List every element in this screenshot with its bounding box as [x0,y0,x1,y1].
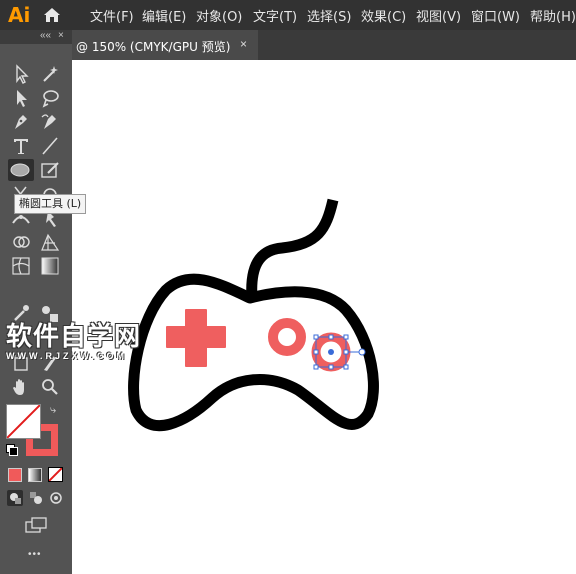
dpad-cross[interactable] [166,309,226,367]
watermark-url-text: WWW.RJZXW.COM [6,351,127,361]
more-tools-icon[interactable]: ••• [28,549,42,560]
shape-builder-icon[interactable] [9,231,33,253]
controller-cable[interactable] [246,198,339,299]
zoom-icon[interactable] [38,376,62,398]
watermark-main-text: 软件自学网 [6,322,142,352]
draw-inside-icon[interactable] [48,490,64,506]
collapse-icon[interactable]: «« [40,30,51,41]
curvature-icon[interactable] [38,111,62,133]
pen-icon[interactable] [9,111,33,133]
tools-panel: «« × ⤷ ••• [0,30,72,574]
ellipse-tool-tooltip: 椭圆工具 (L) [14,194,87,214]
ellipse-tool-icon[interactable] [8,159,34,181]
hand-icon[interactable] [9,376,33,398]
draw-normal-icon[interactable] [7,490,23,506]
none-mode-button[interactable] [48,467,63,482]
color-mode-button[interactable] [8,468,22,482]
line-segment-icon[interactable] [38,135,62,157]
watermark: 软件自学网 WWW.RJZXW.COM [6,316,141,361]
mesh-icon[interactable] [9,255,33,277]
selection-tool-icon[interactable] [9,63,33,85]
direct-selection-icon[interactable] [9,87,33,109]
magic-wand-icon[interactable] [38,63,62,85]
type-icon[interactable] [9,135,33,157]
gradient-mode-button[interactable] [28,468,42,482]
fill-swatch[interactable] [6,404,41,439]
screen-mode-icon[interactable] [24,516,48,534]
shaper-icon[interactable] [38,159,62,181]
lasso-icon[interactable] [38,87,62,109]
default-colors-icon[interactable] [6,444,18,456]
draw-behind-icon[interactable] [28,490,44,506]
ring-button[interactable] [268,318,306,356]
tools-panel-header[interactable]: «« × [0,30,72,44]
selected-ellipse[interactable] [311,332,366,372]
close-icon[interactable]: × [58,30,64,41]
controller-outline[interactable] [128,273,379,432]
gradient-icon[interactable] [38,255,62,277]
perspective-grid-icon[interactable] [38,231,62,253]
swap-fill-stroke-icon[interactable]: ⤷ [50,404,56,417]
artboard[interactable] [0,0,576,574]
